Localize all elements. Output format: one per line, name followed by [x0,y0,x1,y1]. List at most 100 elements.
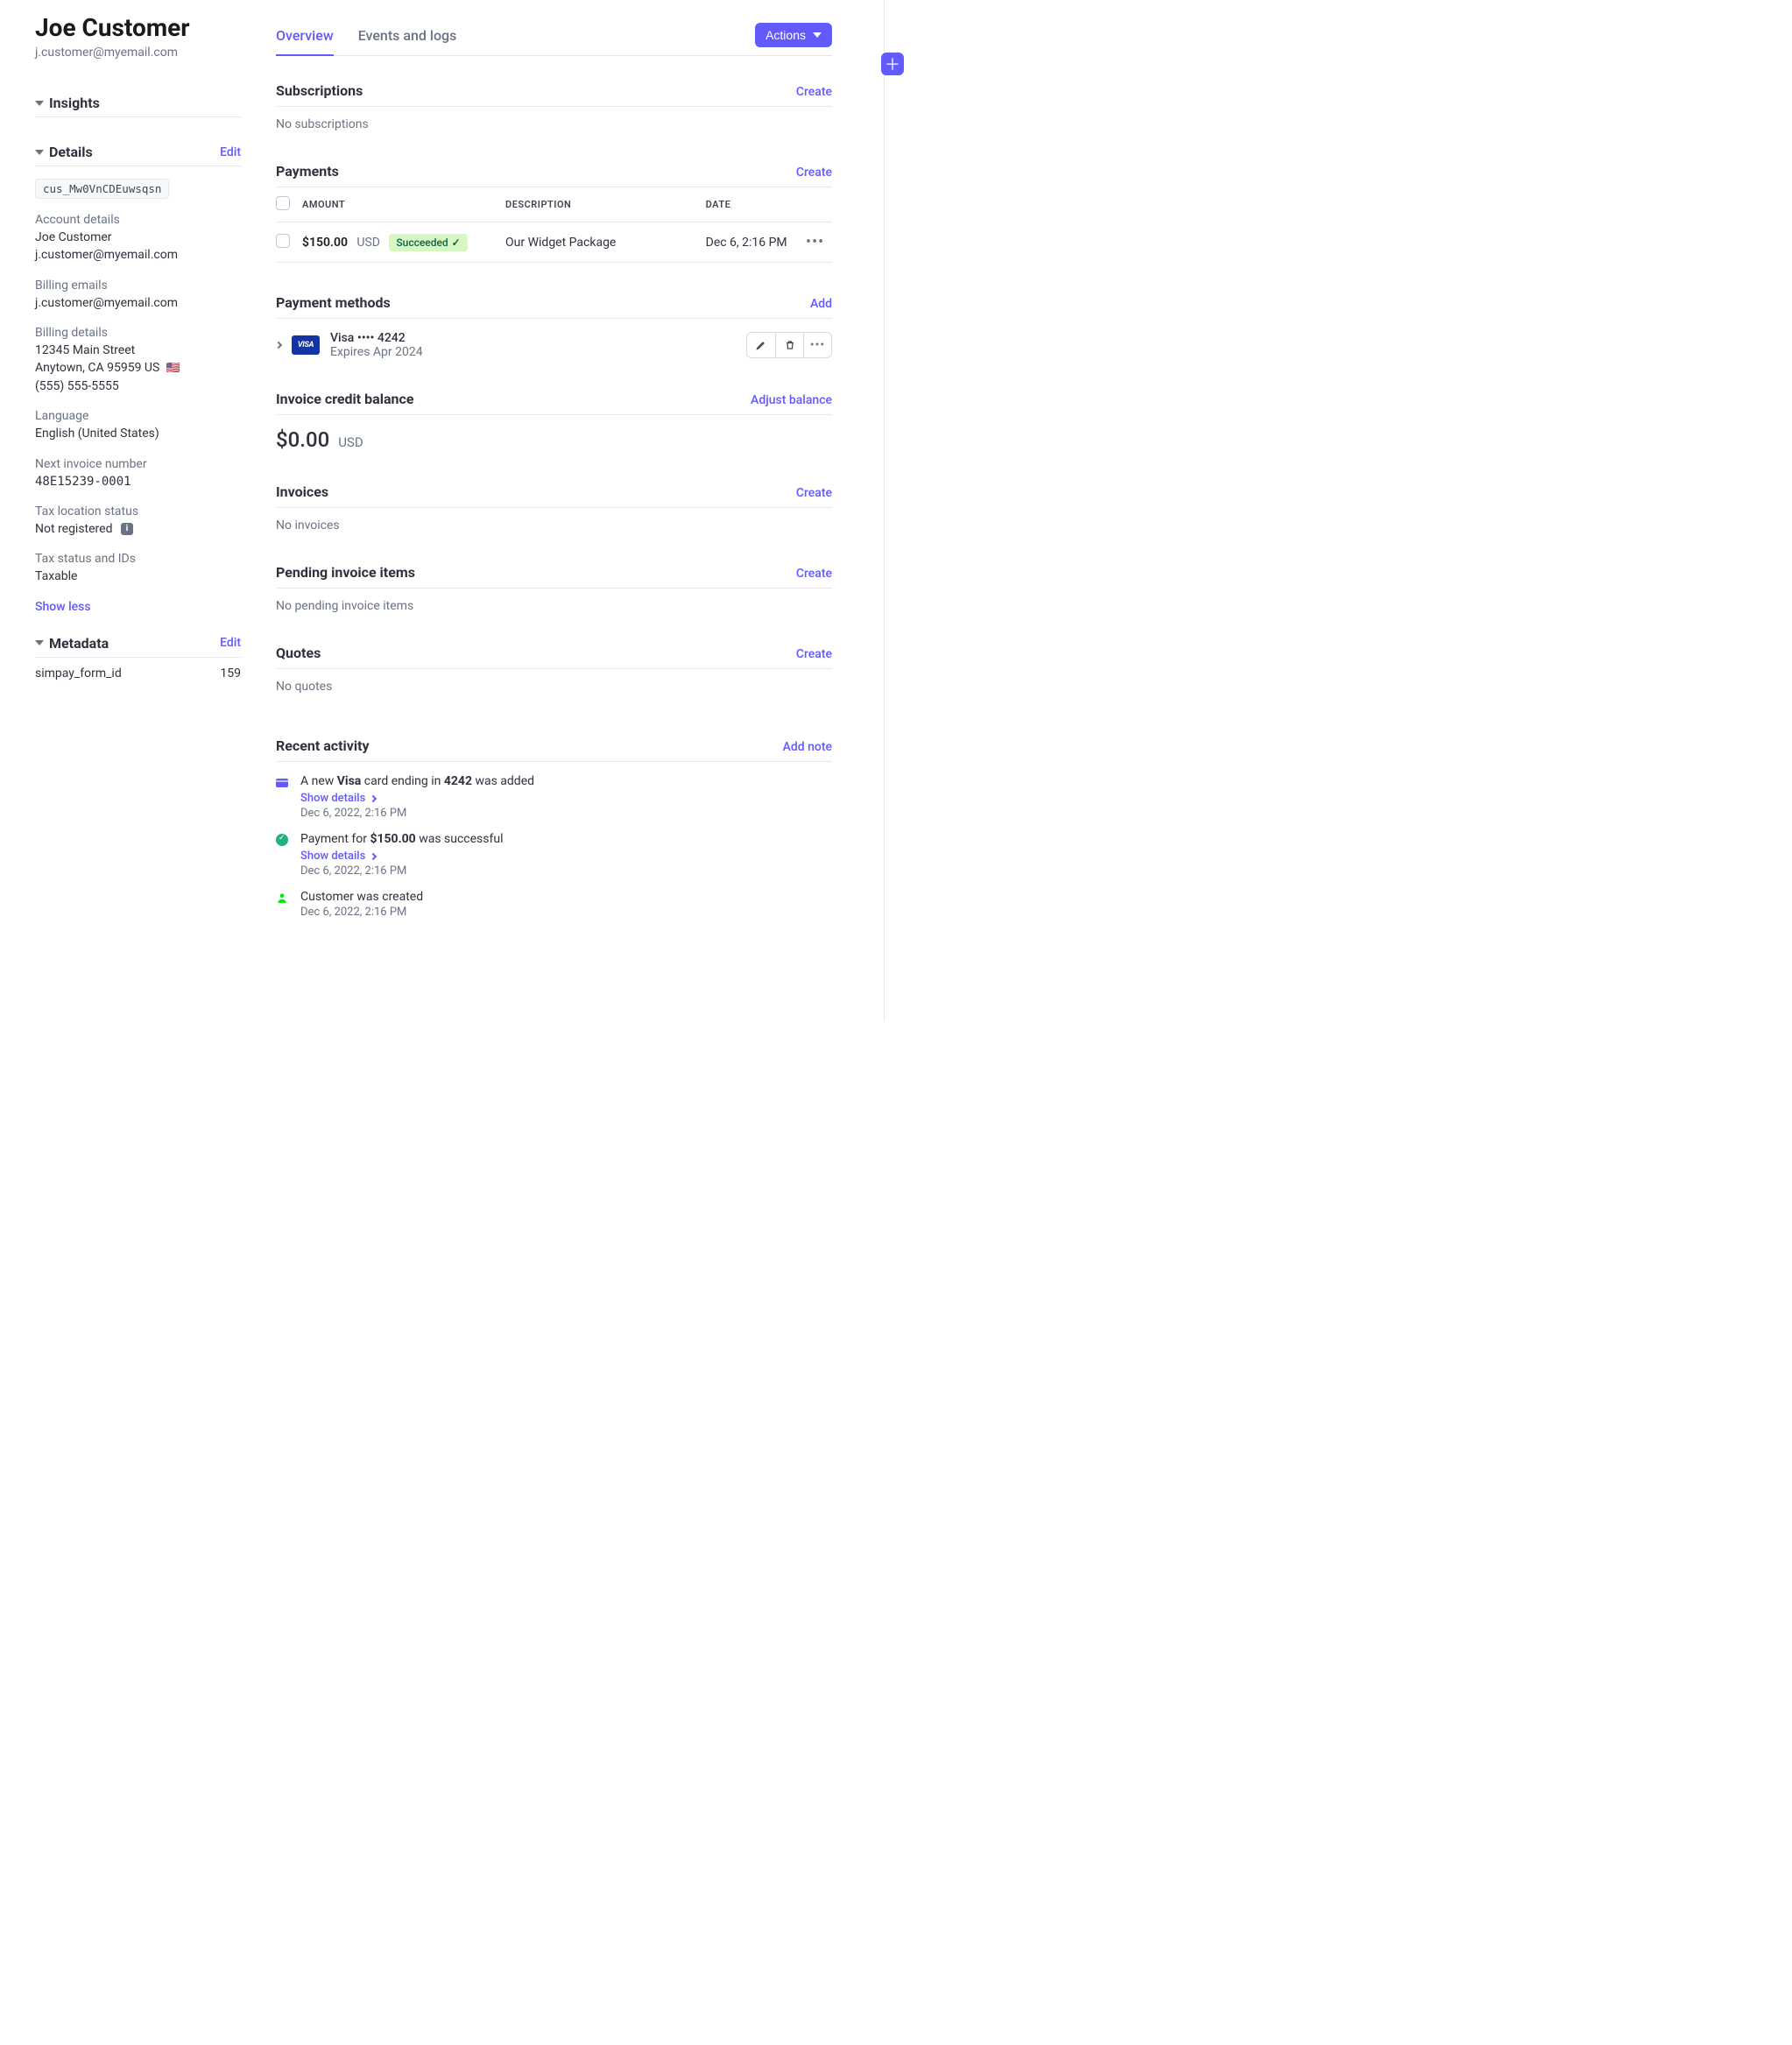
chevron-down-icon [813,32,822,38]
dots-icon: ••• [810,338,825,352]
payment-row[interactable]: $150.00 USD Succeeded ✓ Our Widget Packa… [276,222,832,263]
tabs: Overview Events and logs Actions [276,22,832,56]
billing-details-label: Billing details [35,326,241,340]
payment-description: Our Widget Package [505,222,706,263]
subscriptions-create-link[interactable]: Create [796,85,832,99]
payment-method-menu-button[interactable]: ••• [803,333,831,357]
metadata-row: simpay_form_id 159 [35,658,241,689]
pencil-icon [756,340,766,350]
payment-methods-add-link[interactable]: Add [810,297,832,311]
tax-location-value: Not registered [35,522,113,536]
quotes-create-link[interactable]: Create [796,647,832,661]
details-label: Details [49,144,93,160]
activity-body: Customer was createdDec 6, 2022, 2:16 PM [300,890,832,919]
metadata-value: 159 [220,666,241,680]
activity-text: Payment for $150.00 was successful [300,832,832,846]
add-note-link[interactable]: Add note [783,740,832,754]
language-label: Language [35,409,241,423]
tab-events-logs[interactable]: Events and logs [358,22,457,55]
credit-balance-amount: $0.00 USD [276,415,832,452]
info-icon[interactable]: i [121,523,133,535]
payments-header-date: DATE [706,187,806,222]
quotes-title: Quotes [276,645,321,661]
payment-methods-title: Payment methods [276,294,391,311]
chevron-right-icon [370,794,377,801]
subscriptions-empty: No subscriptions [276,107,832,131]
edit-payment-method-button[interactable] [747,333,775,357]
payment-methods-section: Payment methods Add VISA Visa •••• 4242 … [276,294,832,359]
chevron-right-icon [370,852,377,859]
billing-address-line2: Anytown, CA 95959 US [35,361,159,375]
billing-phone: (555) 555-5555 [35,377,241,395]
show-details-link[interactable]: Show details [300,850,376,863]
tax-location-label: Tax location status [35,504,241,518]
visa-brand-icon: VISA [292,335,320,355]
payment-method-actions: ••• [746,332,832,358]
customer-email: j.customer@myemail.com [35,46,241,60]
payments-table: AMOUNT DESCRIPTION DATE $150.00 USD [276,187,832,263]
payment-status-badge: Succeeded ✓ [389,234,467,251]
billing-emails-label: Billing emails [35,279,241,293]
invoices-section: Invoices Create No invoices [276,483,832,532]
success-icon [276,834,290,848]
tab-overview[interactable]: Overview [276,22,334,56]
expand-icon[interactable] [275,342,282,349]
next-invoice-label: Next invoice number [35,457,241,471]
actions-button[interactable]: Actions [755,23,832,47]
payments-header-description: DESCRIPTION [505,187,706,222]
metadata-edit-link[interactable]: Edit [220,636,241,650]
pending-items-create-link[interactable]: Create [796,567,832,581]
show-less-link[interactable]: Show less [35,600,91,614]
payments-header-amount: AMOUNT [302,187,505,222]
row-checkbox[interactable] [276,234,290,248]
invoices-create-link[interactable]: Create [796,486,832,500]
account-details-name: Joe Customer [35,229,241,246]
pending-items-section: Pending invoice items Create No pending … [276,564,832,613]
metadata-label: Metadata [49,635,109,652]
card-icon [276,776,290,790]
billing-emails-value: j.customer@myemail.com [35,294,241,312]
payments-section: Payments Create AMOUNT DESCRIPTION DATE [276,163,832,263]
activity-time: Dec 6, 2022, 2:16 PM [300,864,832,878]
activity-text: Customer was created [300,890,832,904]
metadata-header[interactable]: Metadata Edit [35,635,241,658]
floating-add-button[interactable]: ＋ [881,53,904,75]
activity-body: A new Visa card ending in 4242 was added… [300,774,832,820]
adjust-balance-link[interactable]: Adjust balance [751,393,832,407]
credit-balance-title: Invoice credit balance [276,391,413,407]
payment-amount: $150.00 [302,236,348,250]
insights-label: Insights [49,95,100,111]
activity-section: Recent activity Add note A new Visa card… [276,737,832,919]
caret-down-icon [35,150,44,155]
select-all-checkbox[interactable] [276,196,290,210]
activity-item: Payment for $150.00 was successful Show d… [276,820,832,878]
billing-address-line1: 12345 Main Street [35,342,241,359]
customer-id-chip[interactable]: cus_Mw0VnCDEuwsqsn [35,179,169,199]
invoices-title: Invoices [276,483,328,500]
tax-status-label: Tax status and IDs [35,552,241,566]
credit-balance-currency: USD [338,434,363,450]
delete-payment-method-button[interactable] [775,333,803,357]
language-value: English (United States) [35,425,241,442]
activity-title: Recent activity [276,737,370,754]
sidebar: Joe Customer j.customer@myemail.com Insi… [35,13,276,950]
quotes-empty: No quotes [276,669,832,694]
details-header[interactable]: Details Edit [35,144,241,166]
insights-header[interactable]: Insights [35,95,241,117]
activity-item: A new Visa card ending in 4242 was added… [276,762,832,820]
details-edit-link[interactable]: Edit [220,145,241,159]
invoices-empty: No invoices [276,508,832,532]
caret-down-icon [35,640,44,645]
show-details-link[interactable]: Show details [300,792,376,805]
payment-row-menu-icon[interactable]: ••• [806,233,824,251]
quotes-section: Quotes Create No quotes [276,645,832,694]
check-icon: ✓ [452,236,461,249]
payments-create-link[interactable]: Create [796,166,832,180]
pending-items-title: Pending invoice items [276,564,415,581]
tax-status-value: Taxable [35,568,241,585]
payment-date: Dec 6, 2:16 PM [706,222,806,263]
pending-items-empty: No pending invoice items [276,589,832,613]
metadata-key: simpay_form_id [35,666,122,680]
actions-button-label: Actions [765,28,806,42]
account-details-label: Account details [35,213,241,227]
